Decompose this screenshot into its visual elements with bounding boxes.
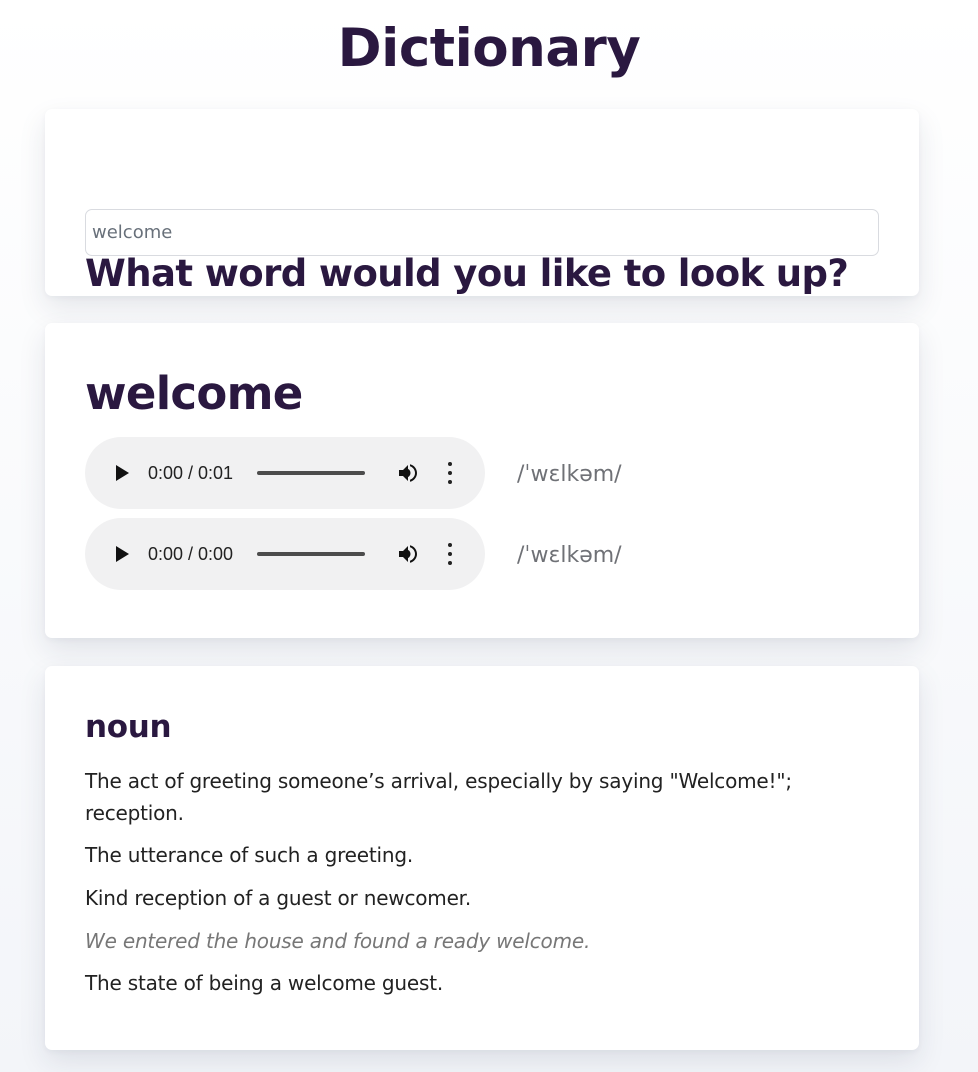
search-card: What word would you like to look up? [45,109,919,296]
more-options-icon[interactable] [445,462,455,484]
definition: The act of greeting someone’s arrival, e… [85,769,792,825]
definition: The state of being a welcome guest. [85,971,444,995]
audio-progress-bar[interactable] [257,471,365,475]
more-options-icon[interactable] [445,543,455,565]
audio-player[interactable]: 0:00 / 0:00 [85,518,485,590]
audio-time: 0:00 / 0:00 [148,544,234,564]
definition: Kind reception of a guest or newcomer. [85,886,472,910]
part-of-speech: noun [85,709,172,745]
audio-progress-bar[interactable] [257,552,365,556]
definition: The utterance of such a greeting. [85,843,414,867]
audio-player[interactable]: 0:00 / 0:01 [85,437,485,509]
search-heading: What word would you like to look up? [85,252,849,295]
volume-icon[interactable] [396,461,420,485]
definition-example: We entered the house and found a ready w… [85,929,591,953]
volume-icon[interactable] [396,542,420,566]
audio-time: 0:00 / 0:01 [148,463,234,483]
word-title: welcome [85,367,303,420]
phonetic-text: /ˈwɛlkəm/ [517,543,622,568]
play-icon[interactable] [116,546,129,562]
play-icon[interactable] [116,465,129,481]
phonetic-text: /ˈwɛlkəm/ [517,462,622,487]
app-title: Dictionary [337,18,641,79]
search-input[interactable] [85,209,879,256]
